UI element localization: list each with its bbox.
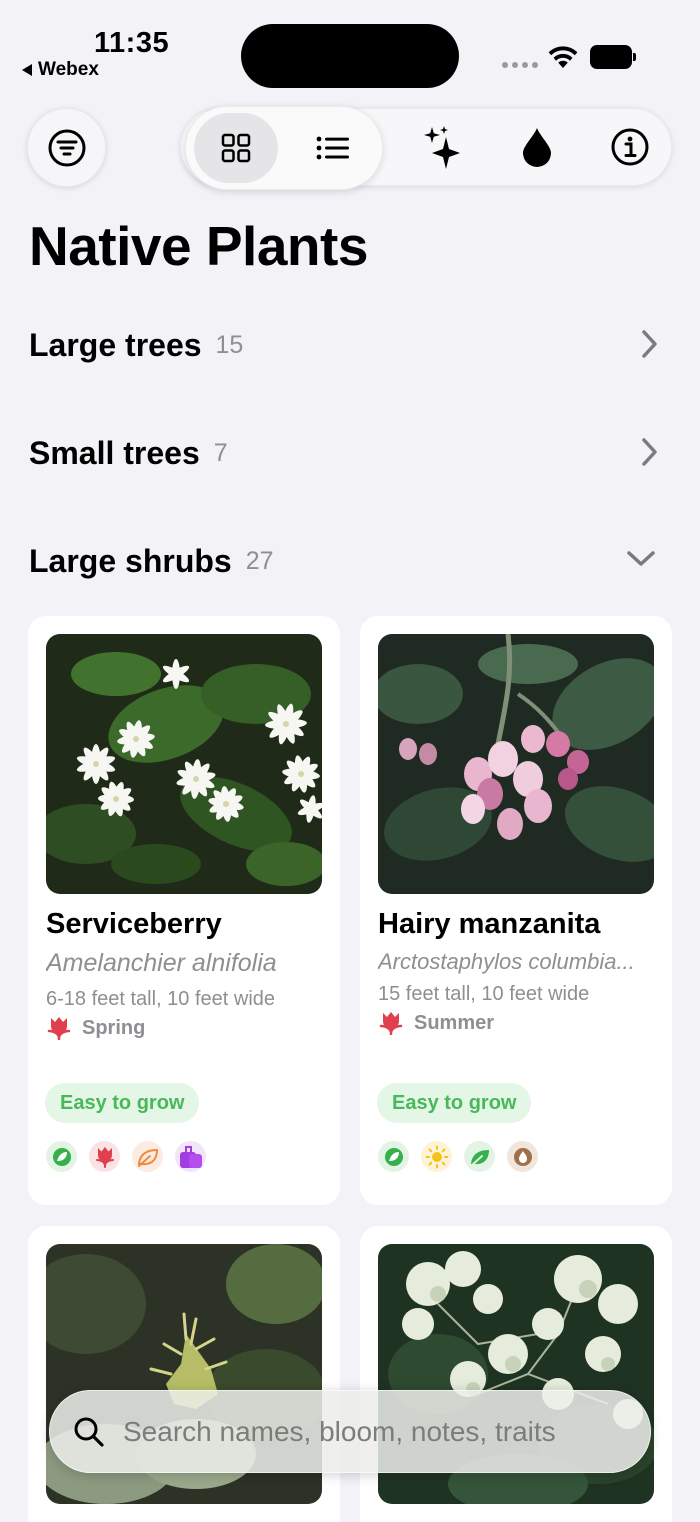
section-count: 15 [215, 330, 244, 359]
trait-icons [46, 1141, 206, 1172]
plant-scientific-name: Amelanchier alnifolia [46, 949, 277, 977]
water-drop-icon [507, 1141, 538, 1172]
section-count: 27 [245, 546, 274, 575]
status-time: 11:35 [94, 27, 170, 59]
battery-icon [590, 45, 636, 69]
tulip-icon [379, 1012, 403, 1035]
plant-name: Hairy manzanita [378, 908, 601, 940]
section-name: Small trees [29, 434, 200, 471]
section-large-shrubs[interactable]: Large shrubs 27 [29, 536, 659, 586]
section-large-trees[interactable]: Large trees 15 [29, 320, 659, 370]
info-button[interactable] [605, 122, 655, 172]
easy-to-grow-badge: Easy to grow [45, 1083, 200, 1123]
grid-view-button[interactable] [194, 113, 278, 183]
section-name: Large shrubs [29, 542, 232, 579]
list-icon [316, 136, 349, 160]
sun-icon [421, 1141, 452, 1172]
wifi-icon [548, 46, 578, 68]
sparkles-icon [424, 126, 460, 169]
plant-photo [46, 634, 322, 894]
fruit-icon [175, 1141, 206, 1172]
list-view-button[interactable] [296, 113, 370, 183]
back-to-app-link[interactable]: Webex [22, 59, 99, 81]
search-icon [74, 1417, 104, 1447]
plant-photo [378, 634, 654, 894]
filter-icon [48, 129, 85, 166]
info-icon [611, 128, 649, 166]
plant-scientific-name: Arctostaphylos columbia... [378, 949, 635, 974]
leaf-icon [378, 1141, 409, 1172]
search-input[interactable] [123, 1415, 643, 1448]
search-bar[interactable] [49, 1390, 651, 1473]
back-arrow-icon [22, 64, 32, 76]
plant-bloom: Summer [378, 1011, 494, 1035]
watering-button[interactable] [512, 122, 562, 172]
bloom-season: Summer [414, 1011, 495, 1034]
easy-to-grow-badge: Easy to grow [377, 1083, 532, 1123]
ai-suggest-button[interactable] [418, 122, 468, 172]
plant-card[interactable] [360, 1226, 672, 1522]
plant-card[interactable] [28, 1226, 340, 1522]
trait-icons [378, 1141, 538, 1172]
filter-button[interactable] [27, 108, 106, 187]
chevron-down-icon [627, 551, 655, 566]
plant-bloom: Spring [46, 1016, 145, 1040]
section-small-trees[interactable]: Small trees 7 [29, 428, 659, 478]
plant-size: 15 feet tall, 10 feet wide [378, 983, 590, 1005]
chevron-right-icon [642, 330, 657, 358]
plant-size: 6-18 feet tall, 10 feet wide [46, 988, 276, 1010]
grid-icon [221, 133, 251, 163]
leaf-icon [464, 1141, 495, 1172]
signal-icon [502, 62, 538, 68]
chevron-right-icon [642, 438, 657, 466]
leaf-icon [46, 1141, 77, 1172]
bloom-season: Spring [82, 1016, 146, 1039]
tulip-icon [47, 1017, 71, 1040]
leaf-outline-icon [132, 1141, 163, 1172]
plant-card-hairy-manzanita[interactable]: Hairy manzanita Arctostaphylos columbia.… [360, 616, 672, 1205]
plant-card-serviceberry[interactable]: Serviceberry Amelanchier alnifolia 6-18 … [28, 616, 340, 1205]
section-count: 7 [213, 438, 228, 467]
dynamic-island [241, 24, 459, 88]
back-app-label: Webex [38, 59, 99, 80]
flower-icon [89, 1141, 120, 1172]
water-drop-icon [523, 128, 551, 167]
section-name: Large trees [29, 326, 202, 363]
plant-name: Serviceberry [46, 908, 222, 940]
page-title: Native Plants [29, 215, 368, 277]
